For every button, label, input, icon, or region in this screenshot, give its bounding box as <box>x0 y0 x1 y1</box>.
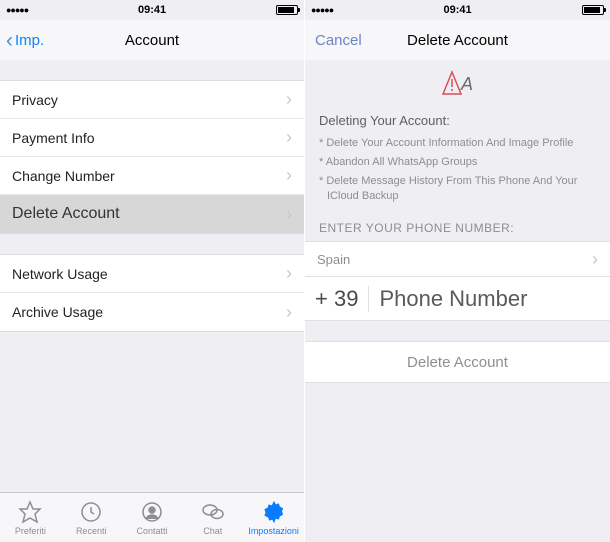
tab-chat[interactable]: Chat <box>182 493 243 542</box>
row-privacy[interactable]: Privacy › <box>0 81 304 119</box>
chevron-right-icon: › <box>286 89 292 110</box>
row-label: Change Number <box>12 168 115 184</box>
tab-label: Impostazioni <box>248 526 299 536</box>
warning-icon: A <box>441 70 475 101</box>
tab-contatti[interactable]: Contatti <box>122 493 183 542</box>
tab-preferiti[interactable]: Preferiti <box>0 493 61 542</box>
tab-bar: Preferiti Recenti Contatti Chat Impostaz… <box>0 492 304 542</box>
row-change-number[interactable]: Change Number › <box>0 157 304 195</box>
country-select-row[interactable]: Spain › <box>305 241 610 277</box>
row-delete-account[interactable]: Delete Account › <box>0 195 304 233</box>
svg-text:A: A <box>460 74 473 94</box>
clock-icon <box>79 500 103 524</box>
chevron-right-icon: › <box>286 263 292 284</box>
section-label: ENTER YOUR PHONE NUMBER: <box>305 207 610 241</box>
row-label: Privacy <box>12 92 58 108</box>
chevron-right-icon: › <box>286 302 292 323</box>
tab-label: Chat <box>203 526 222 536</box>
chevron-right-icon: › <box>286 204 292 225</box>
nav-bar: ‹ Imp. Account <box>0 20 304 60</box>
tab-label: Contatti <box>136 526 167 536</box>
triangle-alert-icon: A <box>441 70 475 96</box>
back-label: Imp. <box>15 32 44 49</box>
chat-icon <box>201 500 225 524</box>
row-archive-usage[interactable]: Archive Usage › <box>0 293 304 331</box>
row-label: Delete Account <box>12 205 120 223</box>
tab-label: Preferiti <box>15 526 46 536</box>
star-icon <box>18 500 42 524</box>
signal-dots: ●●●●● <box>6 5 28 15</box>
row-payment-info[interactable]: Payment Info › <box>0 119 304 157</box>
row-label: Network Usage <box>12 266 108 282</box>
status-time: 09:41 <box>444 4 472 16</box>
country-code[interactable]: + 39 <box>315 286 369 312</box>
bullet-item: Abandon All WhatsApp Groups <box>319 155 596 170</box>
bullet-item: Delete Message History From This Phone A… <box>319 174 596 204</box>
chevron-right-icon: › <box>286 127 292 148</box>
delete-account-screen: ●●●●● 09:41 Cancel Delete Account A Dele… <box>305 0 610 542</box>
country-value: Spain <box>317 252 350 267</box>
row-label: Payment Info <box>12 130 95 146</box>
settings-group-1: Privacy › Payment Info › Change Number ›… <box>0 80 304 234</box>
nav-bar: Cancel Delete Account <box>305 20 610 60</box>
signal-dots: ●●●●● <box>311 5 333 15</box>
phone-input-row: + 39 Phone Number <box>305 277 610 321</box>
gear-icon <box>262 500 286 524</box>
cancel-button[interactable]: Cancel <box>315 32 362 49</box>
chevron-right-icon: › <box>592 249 598 270</box>
content-scroll[interactable]: A Deleting Your Account: Delete Your Acc… <box>305 60 610 542</box>
status-bar: ●●●●● 09:41 <box>0 0 304 20</box>
chevron-left-icon: ‹ <box>6 30 13 51</box>
tab-label: Recenti <box>76 526 107 536</box>
content-scroll[interactable]: Privacy › Payment Info › Change Number ›… <box>0 60 304 492</box>
status-time: 09:41 <box>138 4 166 16</box>
settings-group-2: Network Usage › Archive Usage › <box>0 254 304 332</box>
info-block: Deleting Your Account: Delete Your Accou… <box>305 113 610 203</box>
phone-input[interactable]: Phone Number <box>379 286 527 312</box>
chevron-right-icon: › <box>286 165 292 186</box>
warning-bullets: Delete Your Account Information And Imag… <box>319 136 596 203</box>
warning-title: Deleting Your Account: <box>319 113 596 128</box>
page-title: Delete Account <box>407 32 508 49</box>
warning-section: A <box>305 60 610 113</box>
row-network-usage[interactable]: Network Usage › <box>0 255 304 293</box>
status-bar: ●●●●● 09:41 <box>305 0 610 20</box>
battery-icon <box>582 5 604 15</box>
battery-icon <box>276 5 298 15</box>
back-button[interactable]: ‹ Imp. <box>6 30 44 51</box>
tab-recenti[interactable]: Recenti <box>61 493 122 542</box>
row-label: Archive Usage <box>12 304 103 320</box>
delete-account-button[interactable]: Delete Account <box>305 341 610 383</box>
bullet-item: Delete Your Account Information And Imag… <box>319 136 596 151</box>
tab-impostazioni[interactable]: Impostazioni <box>243 493 304 542</box>
account-settings-screen: ●●●●● 09:41 ‹ Imp. Account Privacy › Pay… <box>0 0 305 542</box>
contact-icon <box>140 500 164 524</box>
page-title: Account <box>125 32 179 49</box>
